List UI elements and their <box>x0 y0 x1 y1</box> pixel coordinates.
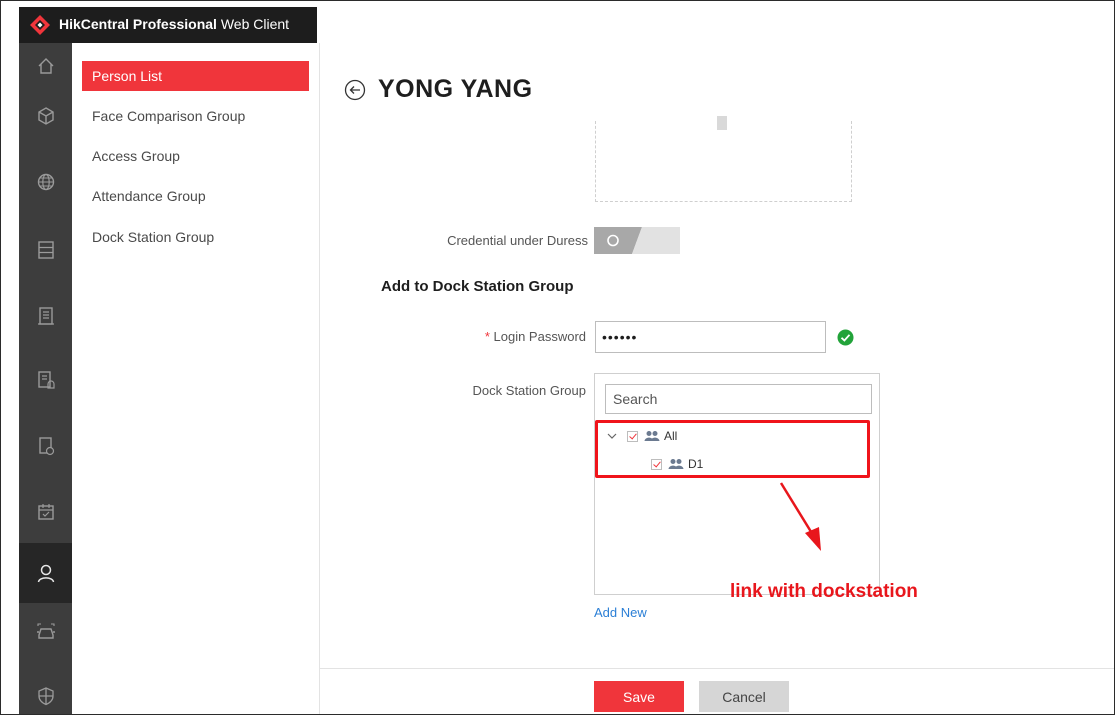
annotation-highlight-box <box>595 420 870 478</box>
duress-toggle[interactable] <box>594 227 680 254</box>
group-search-input[interactable]: Search <box>605 384 872 414</box>
globe-icon[interactable] <box>19 159 72 205</box>
page-title: YONG YANG <box>378 75 533 103</box>
submenu-item-attendance-group[interactable]: Attendance Group <box>82 181 309 211</box>
app-title: HikCentral Professional Web Client <box>59 16 290 32</box>
required-mark: * <box>484 329 490 344</box>
brand-bar: HikCentral Professional Web Client <box>19 7 317 43</box>
annotation-arrow <box>779 482 821 551</box>
hikcentral-logo-icon <box>30 15 50 35</box>
calendar-icon[interactable] <box>19 489 72 535</box>
submenu-item-access-group[interactable]: Access Group <box>82 141 309 171</box>
person-submenu: Person List Face Comparison Group Access… <box>72 43 320 714</box>
submenu-item-dock-station-group[interactable]: Dock Station Group <box>82 222 309 252</box>
password-label: * Login Password <box>484 329 586 344</box>
section-title: Add to Dock Station Group <box>381 278 574 295</box>
module-rail <box>19 43 72 714</box>
duress-label: Credential under Duress <box>447 233 588 248</box>
photo-placeholder-icon <box>717 116 727 130</box>
shield-icon[interactable] <box>19 673 72 714</box>
submenu-item-face-comparison-group[interactable]: Face Comparison Group <box>82 101 309 131</box>
vehicle-icon[interactable] <box>19 609 72 655</box>
valid-check-icon <box>837 329 854 346</box>
server-icon[interactable] <box>19 227 72 273</box>
back-arrow-icon[interactable] <box>344 79 366 101</box>
building-icon[interactable] <box>19 293 72 339</box>
login-password-input[interactable]: •••••• <box>595 321 826 353</box>
submenu-item-person-list[interactable]: Person List <box>82 61 309 91</box>
dock-station-group-label: Dock Station Group <box>472 383 586 398</box>
add-new-link[interactable]: Add New <box>594 605 647 620</box>
cube-icon[interactable] <box>19 93 72 139</box>
app-window: HikCentral Professional Web Client Perso… <box>0 0 1115 715</box>
annotation-text: link with dockstation <box>730 581 918 602</box>
dock-station-group-selector: Search All D1 <box>594 373 880 595</box>
schedule-device-icon[interactable] <box>19 423 72 469</box>
top-bar: HikCentral Professional Web Client <box>1 1 1114 43</box>
save-button[interactable]: Save <box>594 681 684 712</box>
person-icon[interactable] <box>19 543 72 603</box>
alarm-log-icon[interactable] <box>19 357 72 403</box>
home-icon[interactable] <box>19 43 72 89</box>
cancel-button[interactable]: Cancel <box>699 681 789 712</box>
photo-upload-area[interactable] <box>595 121 852 202</box>
